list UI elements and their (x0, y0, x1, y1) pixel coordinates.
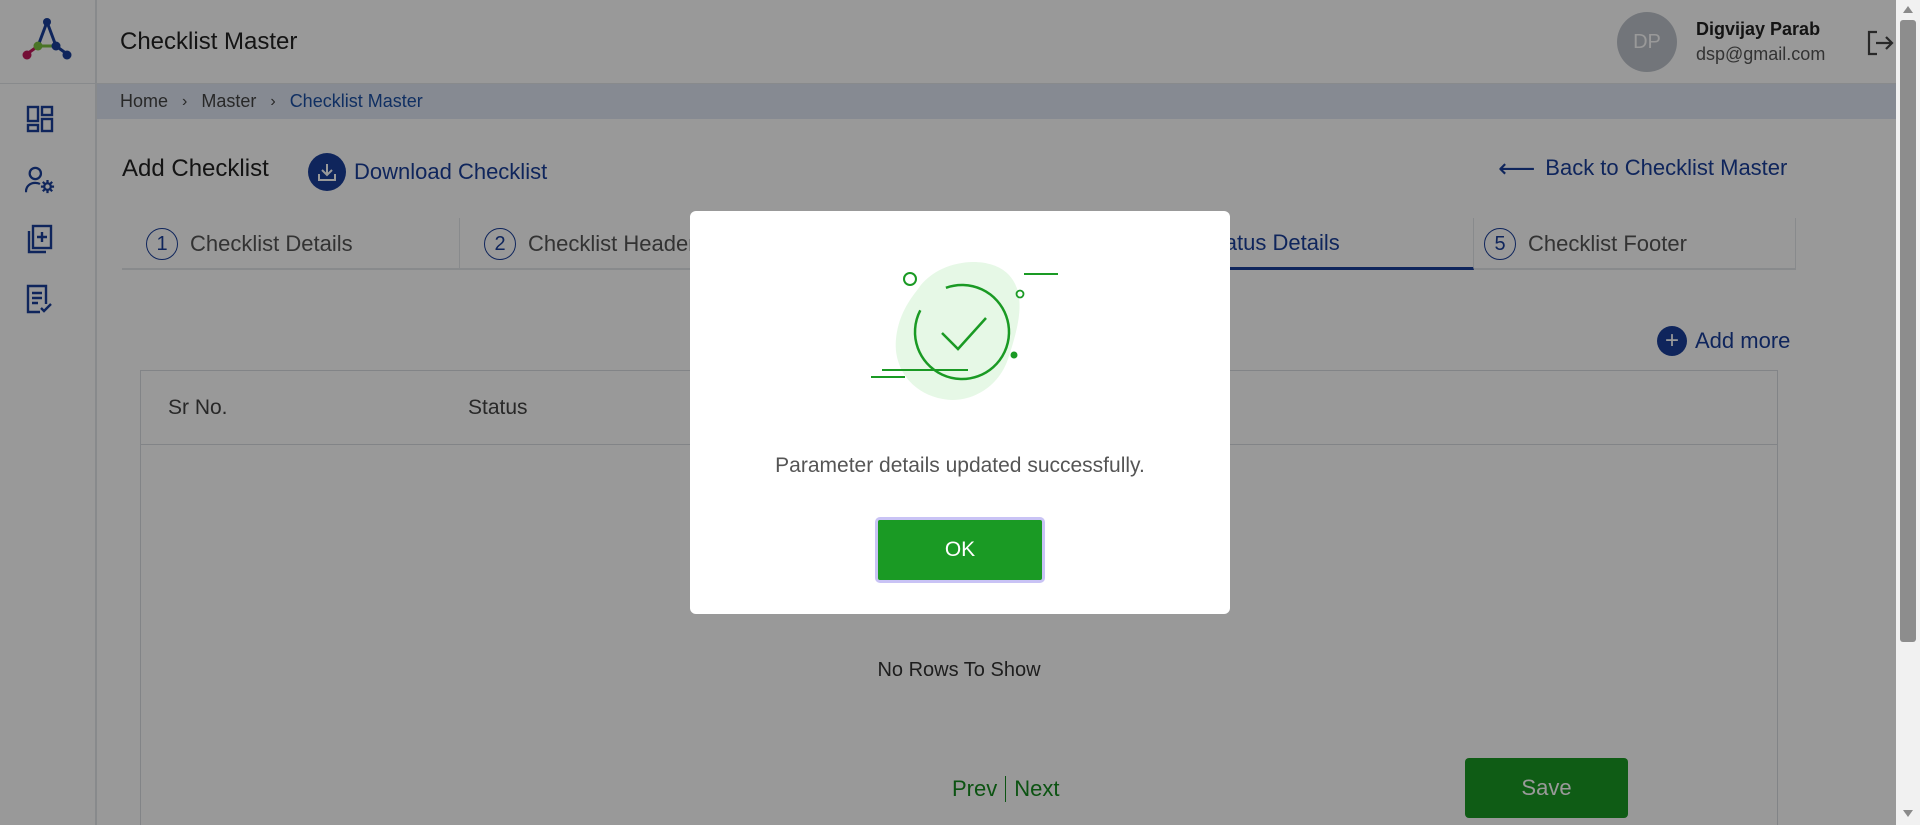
success-dialog: Parameter details updated successfully. … (690, 211, 1230, 614)
success-check-icon (858, 249, 1062, 419)
scrollbar-thumb[interactable] (1900, 20, 1916, 642)
ok-button[interactable]: OK (875, 517, 1045, 583)
scroll-down-icon[interactable] (1903, 810, 1913, 817)
page-scrollbar[interactable] (1896, 0, 1920, 825)
dialog-message: Parameter details updated successfully. (775, 454, 1145, 477)
scroll-up-icon[interactable] (1903, 6, 1913, 13)
